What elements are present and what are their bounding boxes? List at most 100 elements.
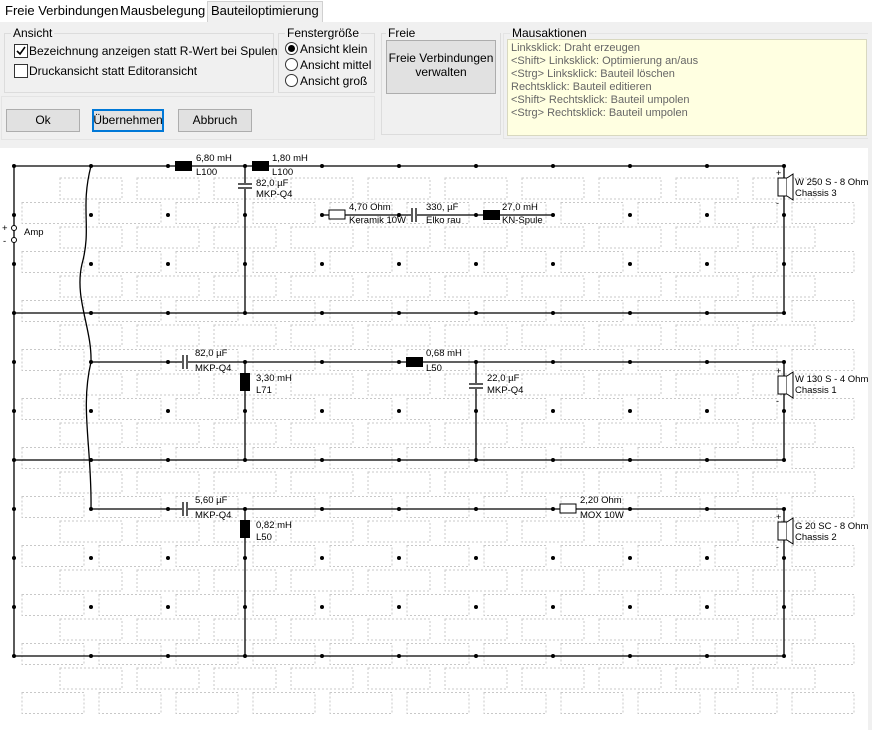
ansicht-klein-label[interactable]: Ansicht klein <box>300 42 367 56</box>
c-22-type[interactable]: MKP-Q4 <box>487 386 523 396</box>
component-slot <box>136 226 200 249</box>
l-3-30-type[interactable]: L71 <box>256 386 272 396</box>
uebernehmen-button[interactable]: Übernehmen <box>92 109 164 132</box>
tab-bauteiloptimierung[interactable]: Bauteiloptimierung <box>207 1 323 22</box>
component-slot <box>329 496 393 518</box>
component-slot <box>175 643 239 665</box>
l-0-68-type[interactable]: L50 <box>426 364 442 374</box>
ansicht-mittel-radio[interactable] <box>285 58 298 71</box>
component-slot <box>714 545 778 567</box>
component-slot <box>98 496 162 518</box>
component-slot <box>637 300 701 322</box>
inductor-6-80 <box>175 161 192 171</box>
speaker-2-model[interactable]: G 20 SC - 8 Ohm <box>795 522 868 532</box>
c-82-ch1-value[interactable]: 82,0 µF <box>195 349 227 359</box>
elko-type[interactable]: Elko rau <box>426 216 461 226</box>
circuit-canvas[interactable]: + - + - + - + - Amp 6,80 mH L100 1,80 mH L100… <box>0 148 872 730</box>
component-slot <box>560 202 624 224</box>
grid-node <box>551 409 555 413</box>
ansicht-gross-radio[interactable] <box>285 74 298 87</box>
component-slot <box>598 667 662 690</box>
ansicht-gross-label[interactable]: Ansicht groß <box>300 74 367 88</box>
speaker-2-icon-plus: + <box>776 512 781 522</box>
druckansicht-checkbox[interactable] <box>14 64 28 78</box>
abbruch-button[interactable]: Abbruch <box>178 109 252 132</box>
component-slot <box>444 324 508 347</box>
l-0-68-value[interactable]: 0,68 mH <box>426 349 462 359</box>
component-slot <box>598 471 662 494</box>
bezeichnung-label[interactable]: Bezeichnung anzeigen statt R-Wert bei Sp… <box>29 44 278 58</box>
speaker-2-name[interactable]: Chassis 2 <box>795 533 837 543</box>
component-slot <box>59 373 123 396</box>
l-3-30-value[interactable]: 3,30 mH <box>256 374 292 384</box>
c-5-60-value[interactable]: 5,60 µF <box>195 496 227 506</box>
grid-node <box>474 556 478 560</box>
component-slot <box>136 177 200 200</box>
speaker-2-icon-minus: - <box>776 542 779 552</box>
c-22-value[interactable]: 22,0 µF <box>487 374 519 384</box>
grid-node <box>628 605 632 609</box>
l-0-82-value[interactable]: 0,82 mH <box>256 521 292 531</box>
l-1-80-type[interactable]: L100 <box>272 168 293 178</box>
druckansicht-label[interactable]: Druckansicht statt Editoransicht <box>29 64 197 78</box>
l-27-value[interactable]: 27,0 mH <box>502 203 538 213</box>
component-slot <box>367 471 431 494</box>
circuit-schematic[interactable]: + - + - + - <box>0 148 872 730</box>
speaker-3-icon <box>777 177 788 197</box>
speaker-2-icon-cone <box>786 517 794 545</box>
component-slot <box>560 545 624 567</box>
speaker-1-name[interactable]: Chassis 1 <box>795 386 837 396</box>
ansicht-mittel-label[interactable]: Ansicht mittel <box>300 58 371 72</box>
amp-feed-wire <box>79 165 92 510</box>
grid-node <box>320 262 324 266</box>
grid-node <box>397 262 401 266</box>
mausaktionen-help: Linksklick: Draht erzeugen <Shift> Links… <box>507 39 867 136</box>
r-4-70-value[interactable]: 4,70 Ohm <box>349 203 391 213</box>
l-27-type[interactable]: KN-Spule <box>502 216 543 226</box>
grid-node <box>166 213 170 217</box>
r-2-20-value[interactable]: 2,20 Ohm <box>580 496 622 506</box>
component-slot <box>521 275 585 298</box>
component-slot <box>252 398 316 420</box>
speaker-3-icon-plus: + <box>776 168 781 178</box>
component-slot <box>483 692 547 714</box>
component-slot <box>21 202 85 224</box>
tab-freie-verbindungen[interactable]: Freie Verbindungen <box>2 2 121 20</box>
freie-verbindungen-verwalten-button[interactable]: Freie Verbindungen verwalten <box>386 40 496 94</box>
component-slot <box>560 251 624 273</box>
speaker-1-model[interactable]: W 130 S - 4 Ohm <box>795 375 868 385</box>
component-slot <box>98 545 162 567</box>
component-slot <box>213 324 277 347</box>
component-slot <box>290 422 354 445</box>
c-82-type[interactable]: MKP-Q4 <box>256 190 292 200</box>
l-6-80-value[interactable]: 6,80 mH <box>196 154 232 164</box>
l-1-80-value[interactable]: 1,80 mH <box>272 154 308 164</box>
help-line: <Strg> Linksklick: Bauteil löschen <box>511 68 675 80</box>
amp-plus-label: + <box>2 223 8 234</box>
component-slot <box>637 447 701 469</box>
component-slot <box>329 251 393 273</box>
r-4-70-type[interactable]: Keramik 10W <box>349 216 406 226</box>
ok-button[interactable]: Ok <box>6 109 80 132</box>
c-82-value[interactable]: 82,0 µF <box>256 179 288 189</box>
l-0-82-type[interactable]: L50 <box>256 533 272 543</box>
component-slot <box>175 398 239 420</box>
c-5-60-type[interactable]: MKP-Q4 <box>195 511 231 521</box>
grid-node <box>166 605 170 609</box>
bezeichnung-checkbox[interactable] <box>14 44 28 58</box>
r-2-20-type[interactable]: MOX 10W <box>580 511 624 521</box>
inductor-27 <box>483 210 500 220</box>
elko-value[interactable]: 330, µF <box>426 203 458 213</box>
component-slot <box>21 545 85 567</box>
ansicht-klein-radio[interactable] <box>285 42 298 55</box>
component-slot <box>521 324 585 347</box>
speaker-3-name[interactable]: Chassis 3 <box>795 189 837 199</box>
c-82-ch1-type[interactable]: MKP-Q4 <box>195 364 231 374</box>
help-line: Linksklick: Draht erzeugen <box>511 42 641 54</box>
speaker-3-model[interactable]: W 250 S - 8 Ohm <box>795 178 868 188</box>
l-6-80-type[interactable]: L100 <box>196 168 217 178</box>
tab-mausbelegung[interactable]: Mausbelegung <box>117 2 208 20</box>
component-slot <box>136 324 200 347</box>
component-slot <box>791 447 855 469</box>
component-slot <box>714 643 778 665</box>
